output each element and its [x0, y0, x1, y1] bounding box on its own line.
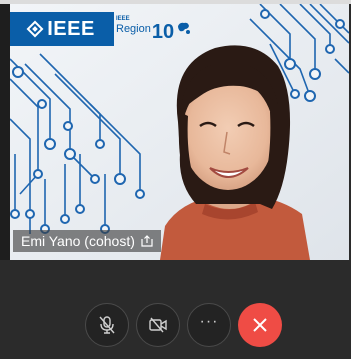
end-call-button[interactable]	[238, 303, 282, 347]
camera-toggle-button[interactable]	[136, 303, 180, 347]
more-dots-icon: ···	[199, 313, 219, 330]
participant-video-tile[interactable]: IEEE IEEE Region 10 Emi Yano (cohost)	[10, 4, 349, 260]
participant-name: Emi Yano (cohost)	[21, 233, 135, 249]
ieee-logo: IEEE	[10, 12, 114, 46]
participant-name-label: Emi Yano (cohost)	[13, 230, 161, 252]
video-call-screen: IEEE IEEE Region 10 Emi Yano (cohost) ··…	[0, 0, 351, 359]
region-word: Region	[116, 23, 151, 35]
region-ieee-small: IEEE	[116, 16, 130, 22]
call-controls-bar: ···	[0, 260, 351, 359]
region-text: IEEE Region	[116, 16, 151, 35]
mute-microphone-button[interactable]	[85, 303, 129, 347]
ieee-diamond-icon	[26, 20, 44, 38]
share-icon[interactable]	[141, 235, 153, 247]
region-10-logo: IEEE Region 10	[116, 16, 192, 44]
ieee-logo-text: IEEE	[47, 17, 95, 40]
camera-off-icon	[149, 317, 167, 333]
microphone-muted-icon	[99, 316, 115, 334]
left-edge	[0, 4, 10, 260]
more-options-button[interactable]: ···	[187, 303, 231, 347]
close-icon	[253, 318, 267, 332]
region-number: 10	[151, 21, 175, 43]
globe-icon	[178, 22, 191, 34]
